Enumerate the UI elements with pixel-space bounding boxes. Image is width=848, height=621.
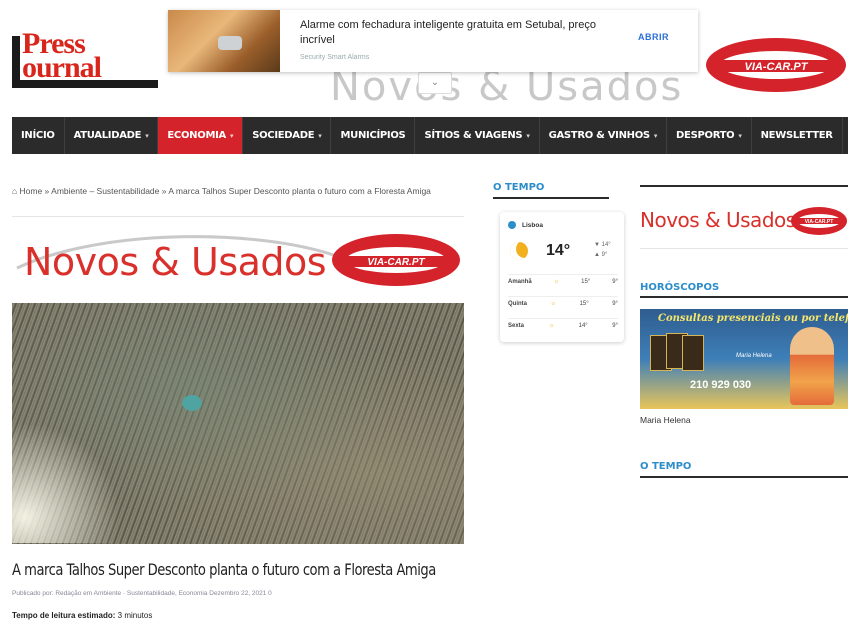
breadcrumb-divider (12, 216, 464, 217)
weather-high: ▼ 14° (594, 242, 611, 248)
nav-item-label: ECONOMIA (167, 130, 226, 141)
sun-icon: ☼ (550, 301, 557, 307)
location-icon (508, 221, 516, 229)
nav-item-label: ATUALIDADE (73, 130, 142, 141)
logo-i-bar (12, 36, 20, 80)
horoscope-ad-signature: Maria Helena (736, 353, 772, 359)
weather-location: Lisboa (522, 222, 543, 229)
nav-item-3[interactable]: SOCIEDADE ▾ (243, 117, 332, 154)
nav-item-label: INÍCIO (21, 130, 55, 141)
sidebar-weather-title: O TEMPO (640, 461, 692, 472)
door-handle-image (218, 36, 242, 50)
article-meta: Publicado por: Redação em Ambiente · Sus… (12, 590, 272, 597)
novos-usados-text: Novos & Usados (24, 240, 327, 284)
ad-thumbnail (168, 10, 280, 72)
weather-title-bar (493, 197, 609, 199)
sidebar-divider (640, 248, 848, 249)
forecast-day: Amanhã (508, 279, 532, 285)
nav-item-5[interactable]: SÍTIOS & VIAGENS ▾ (415, 117, 540, 154)
image-leaf (182, 395, 202, 411)
forecast-low: 9° (612, 323, 618, 329)
chevron-down-icon: ▾ (526, 131, 530, 140)
sidebar-viacar-logo: VIA-CAR.PT (791, 207, 847, 235)
sidebar-weather-bar (640, 476, 848, 478)
ad-source: Security Smart Alarms (300, 54, 370, 61)
forecast-high: 15° (579, 301, 589, 307)
nav-item-7[interactable]: DESPORTO ▾ (667, 117, 752, 154)
nav-item-label: DESPORTO (676, 130, 735, 141)
weather-highlow: ▼ 14° ▲ 9° (594, 240, 611, 260)
logo-bar (12, 80, 158, 88)
horoscope-title-bar (640, 296, 848, 298)
nav-item-1[interactable]: ATUALIDADE ▾ (65, 117, 159, 154)
nav-item-2[interactable]: ECONOMIA ▾ (158, 117, 244, 154)
sidebar-novos-usados-text: Novos & Usados (640, 208, 796, 232)
viacar-text: VIA-CAR.PT (367, 257, 425, 268)
horoscope-ad[interactable]: Consultas presenciais ou por telefone Ma… (640, 309, 848, 409)
horoscope-ad-portrait (790, 327, 834, 405)
forecast-low: 9° (612, 301, 618, 307)
ad-popup[interactable]: Alarme com fechadura inteligente gratuit… (168, 10, 698, 72)
weather-low-value: 9° (601, 252, 608, 258)
logo-line2: ournal (22, 51, 102, 84)
sidebar-top-bar (640, 185, 848, 187)
article-image[interactable] (12, 303, 464, 544)
moon-icon (510, 242, 528, 260)
reading-time: Tempo de leitura estimado: 3 minutos (12, 611, 152, 620)
forecast-row: Sexta ☼ 14° 9° (508, 318, 618, 329)
forecast-row: Amanhã ☼ 15° 9° (508, 274, 618, 285)
nav-item-4[interactable]: MUNICÍPIOS (331, 117, 416, 154)
chevron-down-icon: ▾ (229, 131, 234, 140)
nav-item-label: SOCIEDADE (252, 130, 315, 141)
chevron-down-icon: ▾ (738, 131, 742, 140)
reading-time-label: Tempo de leitura estimado: (12, 611, 116, 620)
home-icon[interactable]: ⌂ (12, 186, 17, 196)
reading-time-value: 3 minutos (117, 611, 153, 620)
nav-list: INÍCIO ATUALIDADE ▾ ECONOMIA ▾ SOCIEDADE ▾ MUNI… (12, 117, 848, 154)
nav-item-0[interactable]: INÍCIO (12, 117, 65, 154)
forecast-high: 15° (581, 279, 591, 285)
nav-item-label: MUNICÍPIOS (340, 130, 406, 141)
nav-item-label: GASTRO & VINHOS (548, 130, 651, 141)
header-viacar-logo[interactable]: VIA-CAR.PT (700, 34, 848, 96)
chevron-down-icon[interactable]: ⌄ (418, 72, 452, 94)
header-viacar-text: VIA-CAR.PT (745, 61, 809, 73)
image-glow (12, 413, 142, 543)
breadcrumb-text[interactable]: Home » Ambiente – Sustentabilidade » A m… (20, 186, 431, 196)
article-title[interactable]: A marca Talhos Super Desconto planta o f… (12, 560, 436, 579)
sun-icon: ☼ (553, 279, 560, 285)
sun-icon: ☼ (548, 323, 555, 329)
horoscope-ad-phone: 210 929 030 (690, 379, 752, 391)
forecast-high: 14° (578, 323, 588, 329)
novos-usados-banner[interactable]: Novos & Usados VIA-CAR.PT (12, 228, 464, 292)
main-nav: INÍCIO ATUALIDADE ▾ ECONOMIA ▾ SOCIEDADE ▾ MUNI… (12, 117, 848, 154)
weather-title: O TEMPO (493, 182, 545, 193)
nav-item-label: SÍTIOS & VIAGENS (424, 130, 523, 141)
horoscope-title: HORÓSCOPOS (640, 282, 720, 293)
viacar-logo: VIA-CAR.PT (332, 234, 460, 286)
weather-high-value: 14° (601, 242, 611, 248)
sidebar-viacar-text: VIA-CAR.PT (805, 219, 834, 225)
chevron-down-icon: ▾ (318, 131, 322, 140)
forecast-low: 9° (612, 279, 618, 285)
tarot-card (682, 335, 704, 371)
chevron-down-icon: ▾ (145, 131, 149, 140)
weather-low: ▲ 9° (594, 252, 608, 258)
ad-title[interactable]: Alarme com fechadura inteligente gratuit… (300, 18, 600, 48)
forecast-day: Quinta (508, 301, 527, 307)
forecast-row: Quinta ☼ 15° 9° (508, 296, 618, 307)
nav-item-label: NEWSLETTER (760, 130, 833, 141)
sidebar-novos-usados-banner[interactable]: Novos & Usados VIA-CAR.PT (640, 198, 848, 242)
forecast-day: Sexta (508, 323, 525, 329)
breadcrumb: ⌂ Home » Ambiente – Sustentabilidade » A… (12, 186, 462, 197)
chevron-down-icon: ▾ (653, 131, 658, 140)
weather-temp: 14° (546, 242, 571, 259)
horoscope-caption[interactable]: Maria Helena (640, 415, 691, 425)
weather-widget[interactable]: Lisboa 14° ▼ 14° ▲ 9° Amanhã ☼ 15° 9° Quinta… (500, 212, 624, 342)
nav-item-6[interactable]: GASTRO & VINHOS ▾ (540, 117, 668, 154)
nav-item-8[interactable]: NEWSLETTER (752, 117, 843, 154)
site-logo[interactable]: Press ournal (12, 29, 158, 88)
horoscope-ad-headline: Consultas presenciais ou por telefone (658, 313, 848, 324)
ad-open-button[interactable]: ABRIR (638, 32, 669, 42)
